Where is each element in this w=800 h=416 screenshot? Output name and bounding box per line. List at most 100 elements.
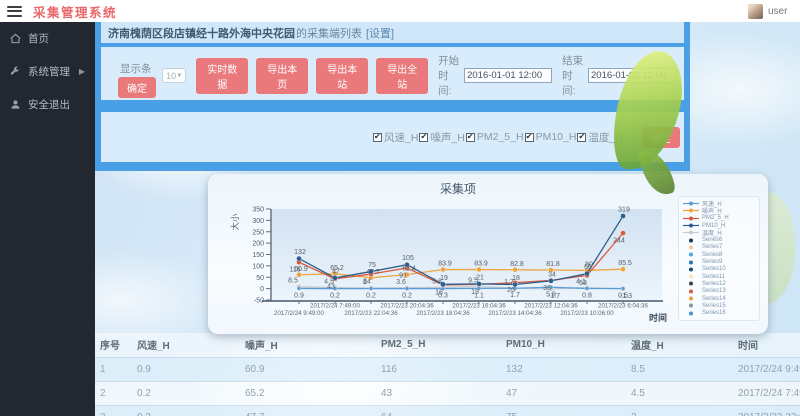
svg-text:2017/2/23 22:04:36: 2017/2/23 22:04:36 — [344, 310, 398, 317]
hamburger-menu-icon[interactable] — [7, 6, 22, 17]
svg-text:0.2: 0.2 — [402, 293, 412, 300]
filter-checkbox-PM2_5_H[interactable]: PM2_5_H — [466, 131, 525, 143]
svg-text:时间: 时间 — [649, 312, 667, 323]
table-cell: 132 — [501, 357, 626, 381]
user-avatar[interactable] — [748, 4, 763, 19]
table-cell: 2017/2/23 22:04:36 — [733, 405, 800, 416]
checkbox-checked-icon[interactable] — [525, 133, 534, 142]
page-title: 的采集端列表 — [296, 25, 362, 41]
table-cell: 65.2 — [240, 381, 376, 405]
filter-checkbox-风速_H[interactable]: 风速_H — [373, 130, 419, 145]
svg-text:116: 116 — [289, 267, 300, 274]
svg-text:0.2: 0.2 — [366, 293, 376, 300]
svg-text:47: 47 — [332, 268, 340, 275]
column-header: 序号 — [95, 333, 132, 357]
svg-text:64: 64 — [363, 279, 371, 286]
svg-text:2017/2/23 12:04:36: 2017/2/23 12:04:36 — [524, 303, 578, 310]
svg-text:91: 91 — [399, 272, 407, 279]
legend-dot-swatch — [683, 288, 699, 295]
legend-label: Series11 — [702, 274, 725, 280]
sidebar-item-label: 首页 — [28, 31, 49, 46]
svg-text:0.9: 0.9 — [294, 292, 304, 299]
legend-label: Series7 — [702, 244, 722, 250]
column-header: 噪声_H — [240, 333, 376, 357]
checkbox-row: 风速_H噪声_HPM2_5_HPM10_H温度_H — [373, 130, 624, 145]
legend-item: Series13 — [683, 288, 755, 295]
table-row: 30.247.7647522017/2/23 22:04:36 — [95, 405, 800, 416]
legend-item: Series12 — [683, 280, 755, 287]
start-time-input[interactable] — [464, 68, 552, 83]
user-icon — [10, 99, 21, 110]
sidebar-item-logout[interactable]: 安全退出 — [0, 88, 95, 121]
svg-text:8.5: 8.5 — [288, 278, 298, 285]
legend-label: Series13 — [702, 288, 726, 294]
checkbox-checked-icon[interactable] — [466, 133, 475, 142]
table-cell: 2017/2/24 9:49:00 — [733, 357, 800, 381]
table-body: 10.960.91161328.52017/2/24 9:49:0020.265… — [95, 357, 800, 416]
query-confirm-button[interactable]: 确定 — [118, 77, 156, 98]
export-station-button[interactable]: 导出本站 — [316, 58, 368, 94]
svg-text:66: 66 — [584, 264, 592, 271]
legend-label: Series10 — [702, 266, 726, 272]
export-all-button[interactable]: 导出全站 — [376, 58, 428, 94]
export-page-button[interactable]: 导出本页 — [256, 58, 308, 94]
svg-text:18: 18 — [512, 275, 520, 282]
table-cell: 64 — [376, 405, 501, 416]
sidebar-item-home[interactable]: 首页 — [0, 22, 95, 55]
table-cell: 47 — [501, 381, 626, 405]
checkbox-checked-icon[interactable] — [577, 133, 586, 142]
legend-item: Series8 — [683, 251, 755, 258]
svg-text:16: 16 — [435, 289, 443, 296]
legend-line-swatch — [683, 200, 699, 207]
table-cell: 2 — [95, 381, 132, 405]
sidebar-item-label: 系统管理 — [28, 64, 70, 79]
svg-text:19: 19 — [440, 275, 448, 282]
svg-text:36: 36 — [543, 285, 551, 292]
svg-text:47.7: 47.7 — [366, 269, 380, 276]
top-header: 采集管理系统 user — [0, 0, 800, 22]
legend-item: Series14 — [683, 295, 755, 302]
svg-text:244: 244 — [613, 238, 625, 245]
svg-text:0.2: 0.2 — [330, 293, 340, 300]
column-header: 时间 — [733, 333, 800, 357]
svg-text:0.8: 0.8 — [582, 292, 592, 299]
settings-link[interactable]: [设置] — [366, 25, 394, 41]
legend-item: Series7 — [683, 244, 755, 251]
chart-legend: 风速_H噪声_HPM2_5_HPM10_H温度_HSeries6Series7S… — [678, 196, 760, 321]
legend-line-swatch — [683, 215, 699, 222]
svg-text:83.9: 83.9 — [474, 261, 488, 268]
legend-label: Series15 — [702, 303, 726, 309]
svg-text:300: 300 — [252, 218, 264, 225]
table-cell: 0.9 — [132, 357, 240, 381]
svg-text:21: 21 — [476, 274, 484, 281]
station-name: 济南槐荫区段店镇经十路外海中央花园 — [108, 25, 295, 41]
svg-text:150: 150 — [252, 252, 264, 259]
realtime-data-button[interactable]: 实时数据 — [196, 58, 248, 94]
svg-text:19: 19 — [471, 289, 479, 296]
control-container: 济南槐荫区段店镇经十路外海中央花园的采集端列表 [设置] 显示条数: 10 ▼ … — [95, 22, 690, 171]
user-menu[interactable]: user — [748, 4, 800, 19]
table-cell: 8.5 — [626, 357, 733, 381]
checkbox-checked-icon[interactable] — [373, 133, 382, 142]
sidebar-item-label: 安全退出 — [28, 97, 70, 112]
filter-checkbox-噪声_H[interactable]: 噪声_H — [419, 130, 465, 145]
sidebar-item-system-management[interactable]: 系统管理 ▶ — [0, 55, 95, 88]
legend-dot-swatch — [683, 237, 699, 244]
legend-item: Series9 — [683, 258, 755, 265]
filter-checkbox-PM10_H[interactable]: PM10_H — [525, 131, 578, 143]
display-count-select[interactable]: 10 ▼ — [162, 68, 186, 83]
legend-item: Series11 — [683, 273, 755, 280]
svg-text:250: 250 — [252, 229, 264, 236]
table-header: 序号风速_H噪声_HPM2_5_HPM10_H温度_H时间 — [95, 333, 800, 357]
checkbox-checked-icon[interactable] — [419, 133, 428, 142]
svg-text:2017/2/24 7:49:00: 2017/2/24 7:49:00 — [310, 303, 360, 310]
svg-text:2017/2/23 16:04:36: 2017/2/23 16:04:36 — [452, 303, 506, 310]
svg-text:2017/2/23 6:04:36: 2017/2/23 6:04:36 — [598, 303, 648, 310]
svg-text:132: 132 — [294, 249, 306, 256]
legend-dot-swatch — [683, 244, 699, 251]
svg-text:34: 34 — [548, 271, 556, 278]
column-header: PM2_5_H — [376, 333, 501, 357]
table-row: 20.265.243474.52017/2/24 7:49:00 — [95, 381, 800, 405]
legend-dot-swatch — [683, 251, 699, 258]
table-cell: 1 — [95, 357, 132, 381]
